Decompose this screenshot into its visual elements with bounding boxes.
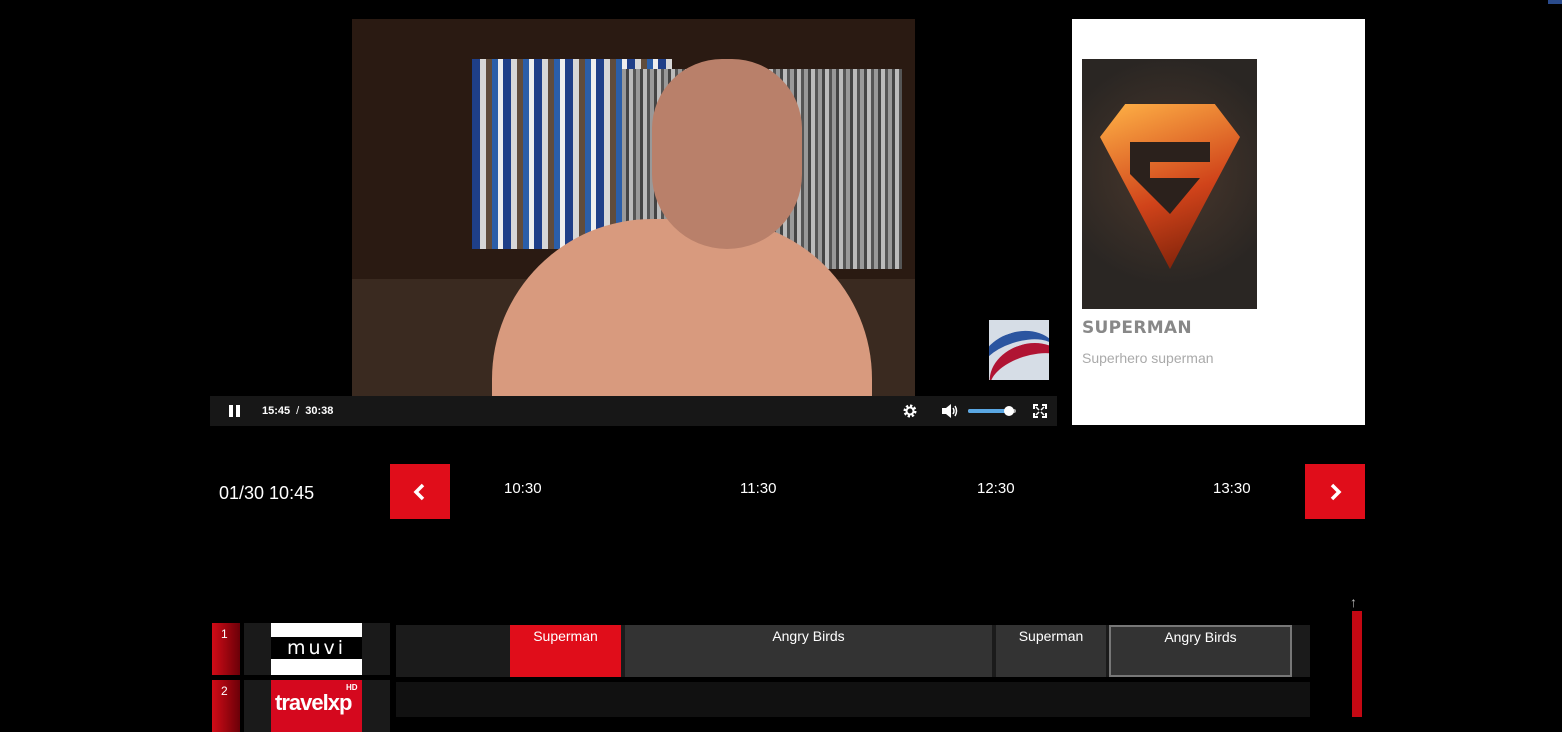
seek-bar[interactable] [333, 396, 898, 426]
scroll-up-arrow-icon[interactable]: ↑ [1350, 594, 1357, 610]
time-slot-label: 12:30 [977, 480, 1015, 497]
timeline-prev-button[interactable] [390, 464, 450, 519]
video-frame[interactable] [352, 19, 915, 396]
chevron-right-icon [1330, 483, 1342, 500]
channel-row-1: Superman Angry Birds Superman Angry Bird… [396, 625, 1310, 677]
program-info-card: SUPERMAN Superhero superman [1072, 19, 1365, 425]
hd-badge: HD [346, 683, 358, 692]
guide-scrollbar-thumb[interactable] [1352, 611, 1362, 717]
timeline-next-button[interactable] [1305, 464, 1365, 519]
channel-watermark-logo [989, 320, 1049, 380]
channel-row-2 [396, 682, 1310, 717]
travelxp-logo-text: travelxp [275, 690, 352, 715]
pause-icon[interactable] [229, 405, 243, 417]
program-description: Superhero superman [1082, 350, 1214, 366]
program-cell-active[interactable]: Superman [510, 625, 621, 677]
time-slot-label: 10:30 [504, 480, 542, 497]
program-cell[interactable]: Angry Birds [625, 625, 992, 677]
program-cell-focused[interactable]: Angry Birds [1109, 625, 1292, 677]
channel-number: 2 [212, 680, 240, 732]
window-corner-mark [1548, 0, 1562, 4]
player-control-bar: 15:45 / 30:38 [210, 396, 1057, 426]
muvi-logo-text: muvi [286, 637, 347, 659]
program-title: SUPERMAN [1082, 318, 1192, 338]
duration-display: 30:38 [305, 405, 334, 417]
gear-icon[interactable] [898, 399, 922, 423]
volume-slider[interactable] [968, 406, 1016, 416]
chevron-left-icon [413, 483, 425, 500]
current-datetime: 01/30 10:45 [219, 483, 315, 503]
muvi-logo: muvi [271, 623, 362, 675]
volume-knob[interactable] [1003, 406, 1014, 416]
time-separator: / [296, 405, 300, 417]
channel-number: 1 [212, 623, 240, 675]
program-cell[interactable]: Superman [996, 625, 1106, 677]
time-slot-label: 13:30 [1213, 480, 1251, 497]
program-poster[interactable] [1082, 59, 1257, 309]
speaker-icon[interactable] [938, 399, 962, 423]
fullscreen-icon[interactable] [1028, 399, 1052, 423]
channel-logo-cell[interactable]: travelxp HD [244, 680, 390, 732]
presenter-head [652, 59, 802, 249]
channel-logo-cell[interactable]: muvi [244, 623, 390, 675]
travelxp-logo: travelxp HD [271, 680, 362, 732]
current-time-display: 15:45 [262, 405, 291, 417]
time-slot-label: 11:30 [740, 480, 777, 497]
volume-level [968, 409, 1009, 413]
